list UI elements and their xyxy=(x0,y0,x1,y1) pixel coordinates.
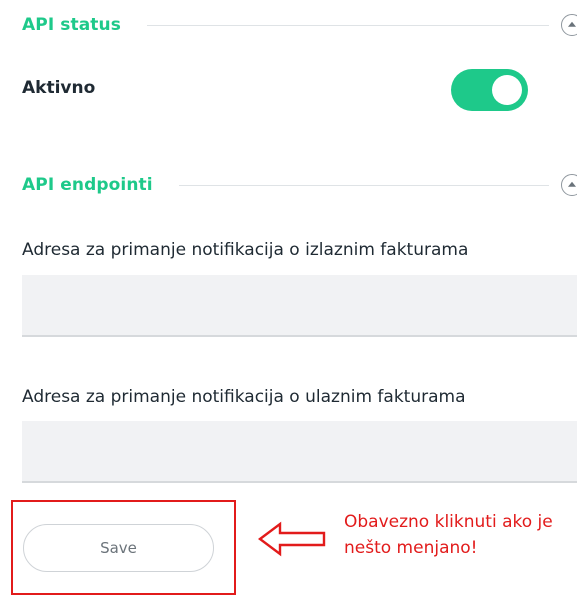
api-status-collapse-button[interactable] xyxy=(561,14,577,36)
incoming-notifications-input[interactable] xyxy=(22,421,577,483)
toggle-knob xyxy=(492,75,522,105)
incoming-notifications-label: Adresa za primanje notifikacija o ulazni… xyxy=(22,387,466,407)
arrow-left-icon xyxy=(258,521,326,557)
section-divider xyxy=(146,24,549,26)
annotation-note: Obavezno kliknuti ako je nešto menjano! xyxy=(344,509,553,561)
api-endpoints-collapse-button[interactable] xyxy=(561,174,577,196)
chevron-up-icon xyxy=(568,21,576,27)
active-label: Aktivno xyxy=(22,78,96,98)
api-endpoints-title: API endpointi xyxy=(22,175,153,195)
chevron-up-icon xyxy=(568,181,576,187)
outgoing-notifications-input[interactable] xyxy=(22,275,577,337)
active-toggle[interactable] xyxy=(451,69,528,111)
api-status-title: API status xyxy=(22,15,121,35)
save-button[interactable]: Save xyxy=(23,524,214,572)
api-status-section-header: API status xyxy=(22,13,577,37)
outgoing-notifications-label: Adresa za primanje notifikacija o izlazn… xyxy=(22,240,469,260)
annotation-line-2: nešto menjano! xyxy=(344,538,478,558)
section-divider xyxy=(178,184,549,186)
api-endpoints-section-header: API endpointi xyxy=(22,173,577,197)
annotation-line-1: Obavezno kliknuti ako je xyxy=(344,512,553,532)
